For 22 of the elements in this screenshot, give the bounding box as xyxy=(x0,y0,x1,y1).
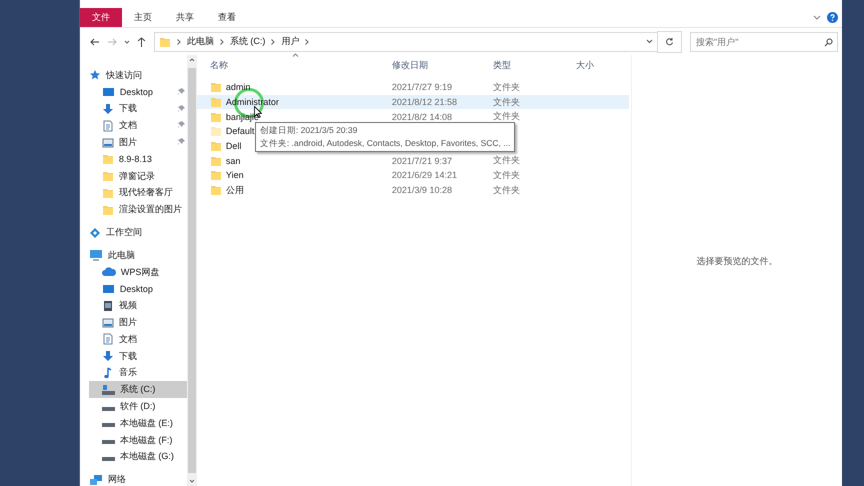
tooltip-line: 创建日期: 2021/3/5 20:39 xyxy=(260,124,358,137)
preview-message: 选择要预览的文件。 xyxy=(696,255,778,268)
modified-date: 2021/3/9 10:28 xyxy=(392,185,453,196)
file-name: Dell xyxy=(226,141,242,152)
file-name: Yien xyxy=(226,170,244,180)
modified-date: 2021/8/2 14:08 xyxy=(392,112,453,122)
file-type: 文件夹 xyxy=(492,96,521,109)
file-type: 文件夹 xyxy=(492,168,521,182)
modified-date: 2021/7/27 9:19 xyxy=(392,82,453,92)
file-name: san xyxy=(226,156,240,166)
file-name: admin xyxy=(226,82,250,92)
file-type: 文件夹 xyxy=(492,154,521,168)
file-name: banjiajie xyxy=(226,112,259,122)
file-name: 公用 xyxy=(226,184,244,197)
file-type: 文件夹 xyxy=(492,184,521,197)
modified-date: 2021/6/29 14:21 xyxy=(392,170,458,180)
file-type: 文件夹 xyxy=(492,80,521,94)
modified-date: 2021/7/21 9:37 xyxy=(392,156,453,166)
modified-date: 2021/8/12 21:58 xyxy=(392,97,458,108)
file-name: Default xyxy=(226,126,254,136)
tooltip-line: 文件夹: .android, Autodesk, Contacts, Desktop, Favorites, SCC, ... xyxy=(260,137,510,150)
file-type: 文件夹 xyxy=(492,110,521,124)
